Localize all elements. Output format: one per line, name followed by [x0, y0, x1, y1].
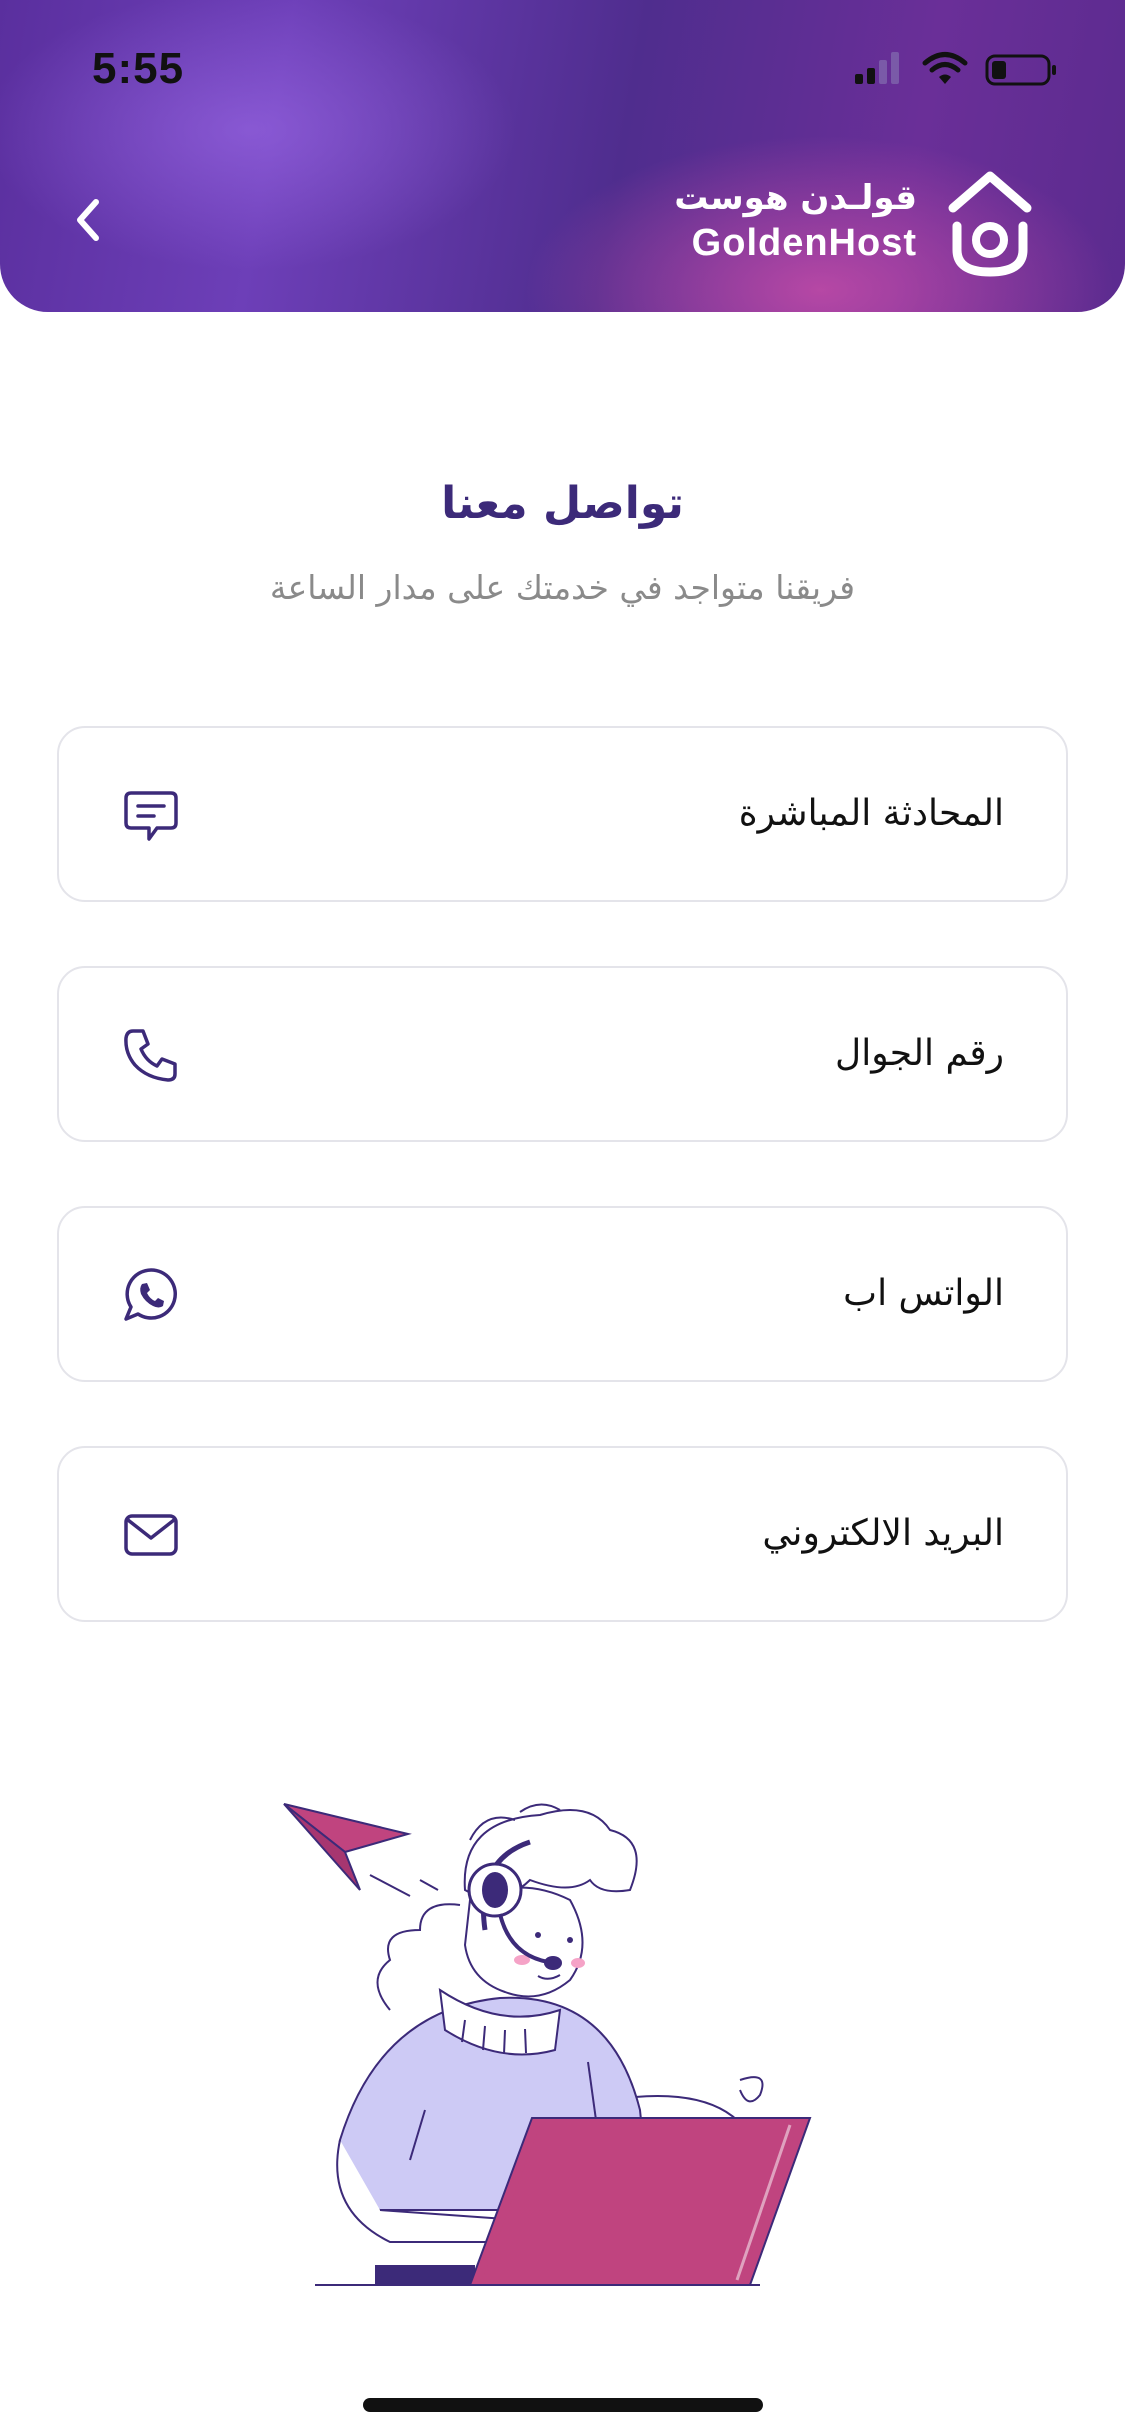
brand-name-english: GoldenHost — [691, 222, 917, 264]
status-icons — [855, 52, 1056, 86]
page-title: تواصل معنا — [441, 478, 684, 529]
paper-plane-icon — [283, 1803, 439, 1897]
home-indicator[interactable] — [363, 2398, 763, 2412]
chat-icon — [124, 791, 178, 841]
contact-option-label: الواتس اب — [843, 1273, 1004, 1314]
brand-name-arabic: قولـدن هوست — [674, 178, 917, 218]
wifi-icon — [922, 52, 968, 84]
mail-icon — [124, 1514, 178, 1556]
contact-option-label: البريد الالكتروني — [762, 1513, 1004, 1554]
whatsapp-icon — [124, 1268, 177, 1321]
goldenhost-logo-icon — [948, 171, 1032, 277]
back-button[interactable] — [60, 190, 120, 250]
contact-option-whatsapp[interactable]: الواتس اب — [57, 1206, 1068, 1382]
status-time: 5:55 — [92, 44, 185, 93]
contact-option-label: رقم الجوال — [835, 1033, 1004, 1074]
chevron-left-icon — [77, 199, 99, 241]
page-subtitle: فريقنا متواجد في خدمتك على مدار الساعة — [269, 568, 856, 607]
battery-icon — [985, 54, 1056, 86]
app-header: 5:55 قولـدن هوست GoldenHost — [0, 0, 1125, 312]
contact-option-live-chat[interactable]: المحادثة المباشرة — [57, 726, 1068, 902]
contact-option-phone[interactable]: رقم الجوال — [57, 966, 1068, 1142]
phone-icon — [124, 1029, 177, 1082]
signal-icon — [855, 52, 899, 84]
contact-option-label: المحادثة المباشرة — [738, 793, 1004, 834]
support-agent-illustration — [283, 1803, 812, 2286]
contact-option-email[interactable]: البريد الالكتروني — [57, 1446, 1068, 1622]
